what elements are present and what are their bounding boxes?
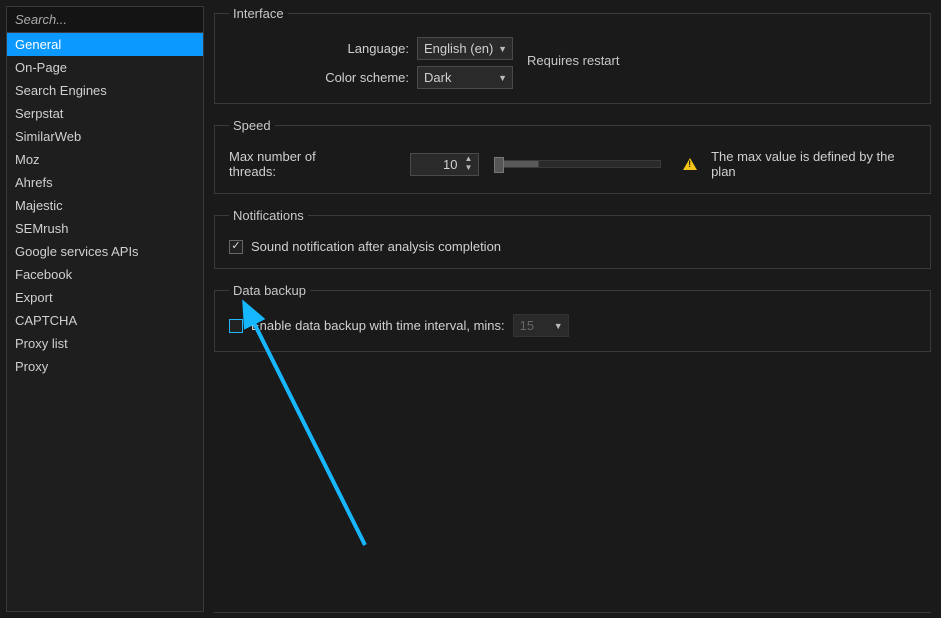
sidebar-item-ahrefs[interactable]: Ahrefs xyxy=(7,171,203,194)
sound-checkbox[interactable]: ✓ xyxy=(229,240,243,254)
sidebar-item-facebook[interactable]: Facebook xyxy=(7,263,203,286)
backup-legend: Data backup xyxy=(229,283,310,298)
sidebar-item-semrush[interactable]: SEMrush xyxy=(7,217,203,240)
notifications-legend: Notifications xyxy=(229,208,308,223)
interface-legend: Interface xyxy=(229,6,288,21)
sidebar-item-majestic[interactable]: Majestic xyxy=(7,194,203,217)
notifications-group: Notifications ✓ Sound notification after… xyxy=(214,208,931,269)
sidebar-list: GeneralOn-PageSearch EnginesSerpstatSimi… xyxy=(7,33,203,378)
backup-interval-value: 15 xyxy=(520,318,534,333)
sound-label: Sound notification after analysis comple… xyxy=(251,239,501,254)
backup-interval-select: 15 ▼ xyxy=(513,314,569,337)
enable-backup-label: Enable data backup with time interval, m… xyxy=(251,318,505,333)
slider-thumb[interactable] xyxy=(494,157,504,173)
sidebar-item-google-services-apis[interactable]: Google services APIs xyxy=(7,240,203,263)
sidebar: GeneralOn-PageSearch EnginesSerpstatSimi… xyxy=(6,6,204,612)
sidebar-item-proxy-list[interactable]: Proxy list xyxy=(7,332,203,355)
threads-value: 10 xyxy=(443,157,457,172)
sidebar-item-general[interactable]: General xyxy=(7,33,203,56)
speed-group: Speed Max number of threads: 10 ▲ ▼ The … xyxy=(214,118,931,194)
language-value: English (en) xyxy=(424,41,493,56)
sidebar-item-search-engines[interactable]: Search Engines xyxy=(7,79,203,102)
sidebar-item-on-page[interactable]: On-Page xyxy=(7,56,203,79)
chevron-down-icon: ▼ xyxy=(498,73,507,83)
requires-restart-text: Requires restart xyxy=(527,53,619,68)
sidebar-item-export[interactable]: Export xyxy=(7,286,203,309)
enable-backup-checkbox[interactable] xyxy=(229,319,243,333)
search-input[interactable] xyxy=(7,7,203,33)
color-scheme-label: Color scheme: xyxy=(229,70,409,85)
threads-input[interactable]: 10 ▲ ▼ xyxy=(410,153,479,176)
color-scheme-select[interactable]: Dark ▼ xyxy=(417,66,513,89)
threads-slider[interactable] xyxy=(497,160,662,168)
threads-spinner[interactable]: ▲ ▼ xyxy=(462,155,476,174)
language-select[interactable]: English (en) ▼ xyxy=(417,37,513,60)
sidebar-item-proxy[interactable]: Proxy xyxy=(7,355,203,378)
backup-group: Data backup Enable data backup with time… xyxy=(214,283,931,352)
main-panel: Interface Language: English (en) ▼ Color… xyxy=(210,0,941,618)
speed-legend: Speed xyxy=(229,118,275,133)
warning-icon xyxy=(683,158,697,170)
language-label: Language: xyxy=(229,41,409,56)
sidebar-item-captcha[interactable]: CAPTCHA xyxy=(7,309,203,332)
chevron-down-icon: ▼ xyxy=(498,44,507,54)
sidebar-item-moz[interactable]: Moz xyxy=(7,148,203,171)
spinner-down-icon[interactable]: ▼ xyxy=(462,164,476,174)
threads-label: Max number of threads: xyxy=(229,149,362,179)
interface-group: Interface Language: English (en) ▼ Color… xyxy=(214,6,931,104)
color-scheme-value: Dark xyxy=(424,70,451,85)
chevron-down-icon: ▼ xyxy=(554,321,563,331)
bottom-divider xyxy=(214,612,931,613)
sidebar-item-serpstat[interactable]: Serpstat xyxy=(7,102,203,125)
threads-warn-text: The max value is defined by the plan xyxy=(711,149,916,179)
sidebar-item-similarweb[interactable]: SimilarWeb xyxy=(7,125,203,148)
